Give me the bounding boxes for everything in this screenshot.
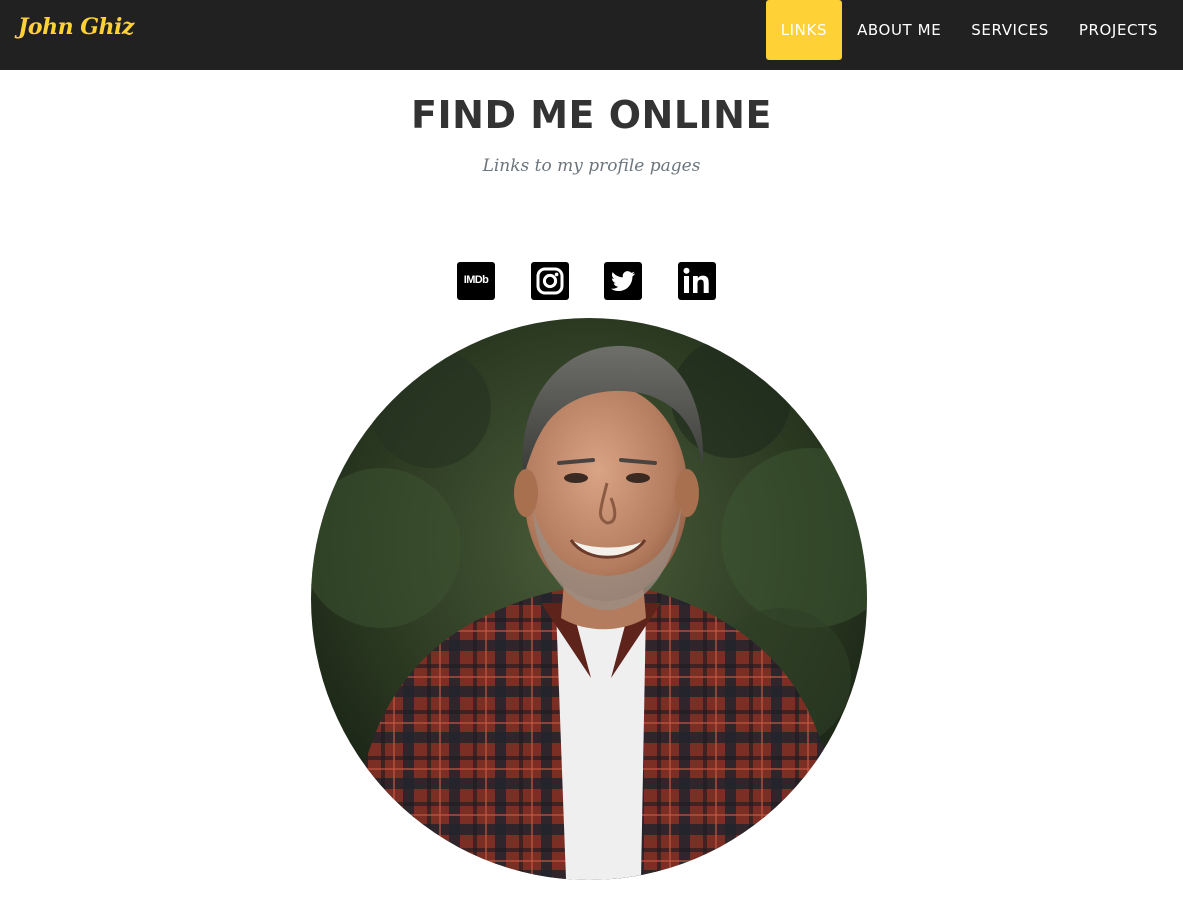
page-title: FIND ME ONLINE <box>411 93 772 137</box>
portrait-image <box>311 318 867 880</box>
nav-item-links[interactable]: LINKS <box>765 0 843 60</box>
portrait-photo <box>311 318 867 880</box>
linkedin-icon <box>683 267 709 293</box>
nav-item-projects[interactable]: PROJECTS <box>1064 0 1173 60</box>
imdb-link[interactable]: IMDb <box>457 262 495 300</box>
instagram-icon <box>536 267 564 295</box>
navbar: John Ghiz LINKS ABOUT ME SERVICES PROJEC… <box>0 0 1183 70</box>
instagram-link[interactable] <box>531 262 569 300</box>
linkedin-link[interactable] <box>678 262 716 300</box>
nav-item-about-me[interactable]: ABOUT ME <box>842 0 956 60</box>
page-subtitle: Links to my profile pages <box>482 156 701 176</box>
nav-item-services[interactable]: SERVICES <box>956 0 1064 60</box>
brand-logo[interactable]: John Ghiz <box>18 14 134 40</box>
twitter-link[interactable] <box>604 262 642 300</box>
imdb-icon: IMDb <box>463 274 489 286</box>
twitter-icon <box>611 271 635 291</box>
nav-menu: LINKS ABOUT ME SERVICES PROJECTS <box>765 0 1173 60</box>
